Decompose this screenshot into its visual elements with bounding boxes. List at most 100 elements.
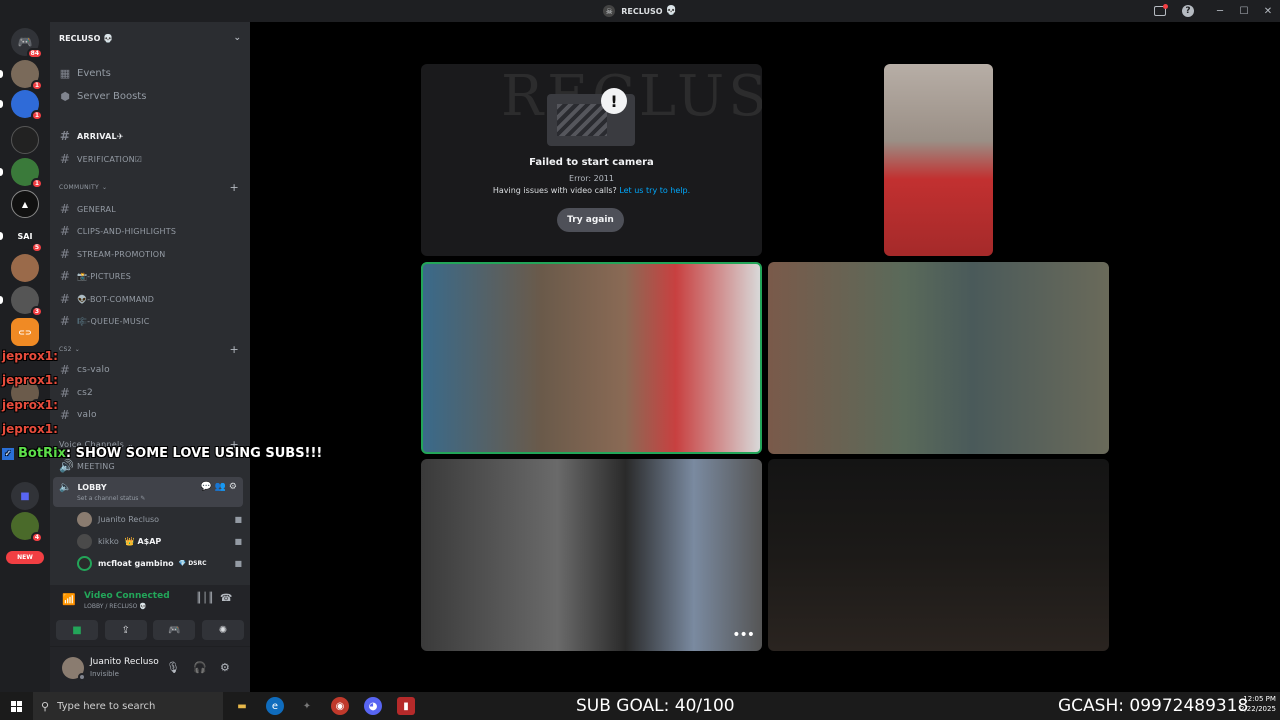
pencil-icon[interactable]: ✎ [140,495,145,502]
channel-cs2[interactable]: # cs2 [59,386,93,400]
headphones-icon[interactable]: 🎧 [193,661,207,674]
server-icon-8[interactable]: 3 [0,286,43,317]
chrome-icon[interactable]: ◉ [331,697,349,715]
inbox-icon[interactable] [1154,4,1168,16]
video-tile-speaking[interactable] [421,262,762,454]
hash-icon: # [59,363,71,377]
voice-user[interactable]: kikko 👑 A$AP ■ [77,534,242,549]
server-badge: 3 [30,306,43,317]
server-icon-9[interactable]: ⊂⊃ [11,318,39,346]
microphone-icon[interactable]: 🎙 [166,661,180,674]
channel-label: valo [77,410,97,420]
server-icon-3[interactable] [11,126,39,154]
voice-channel-meeting[interactable]: 🔊 MEETING [59,459,115,473]
maximize-button[interactable]: ☐ [1232,6,1256,17]
video-tile-participant[interactable]: ••• [421,459,762,651]
signal-icon: 📶 [62,593,76,606]
channel-label: GENERAL [77,204,116,214]
discord-logo-icon: 🎮 [17,35,33,49]
server-icon-1[interactable]: 1 [0,60,43,91]
channel-pictures[interactable]: # 📸-PICTURES [59,269,131,283]
channel-label: VERIFICATION☑ [77,154,143,164]
server-icon-6[interactable]: SAI 5 [0,222,43,253]
channel-cs-valo[interactable]: # cs-valo [59,363,110,377]
taskbar-search[interactable]: ⚲ Type here to search [33,692,223,720]
server-icon-2[interactable]: 1 [0,90,43,121]
channel-arrival[interactable]: # ARRIVAL✈ [59,129,124,143]
server-badge: 1 [30,80,43,91]
noise-suppression-icon[interactable]: ║│║ [196,593,214,604]
invite-icon[interactable]: 👥 [215,482,226,492]
server-badge: 1 [30,110,43,121]
window-title: RECLUSO [621,6,663,16]
file-explorer-icon[interactable]: ▬ [233,697,251,715]
new-badge: NEW [6,551,44,564]
channel-stream-promotion[interactable]: # STREAM-PROMOTION [59,247,165,261]
windows-start-icon[interactable] [11,701,22,712]
help-icon[interactable]: ? [1182,5,1194,17]
server-header[interactable]: RECLUSO 💀 ⌄ [50,22,250,54]
help-link[interactable]: Let us try to help. [619,186,690,195]
channel-label: cs-valo [77,365,110,375]
voice-user[interactable]: Juanito Recluso ■ [77,512,242,527]
voice-user-name: mcfloat gambino [98,559,174,568]
sub-goal-overlay: SUB GOAL: 40/100 [576,696,735,716]
folder-icon[interactable]: ■ [11,482,39,510]
title-bar-controls: ? ─ ☐ ✕ [1144,0,1280,22]
edge-icon[interactable]: e [266,697,284,715]
hash-icon: # [59,224,71,238]
try-again-button[interactable]: Try again [557,208,624,232]
server-icon-11[interactable]: 4 [11,512,43,543]
category-community[interactable]: COMMUNITY ⌄ + [59,181,239,194]
channel-general[interactable]: # GENERAL [59,202,116,216]
clock-date: 2/22/2025 [1240,705,1276,713]
server-boosts-item[interactable]: ⬢ Server Boosts [59,90,146,103]
channel-bot-command[interactable]: # 👽-BOT-COMMAND [59,292,154,306]
chat-icon[interactable]: 💬 [201,482,212,492]
channel-valo[interactable]: # valo [59,408,97,422]
voice-connection-panel: 📶 Video Connected LOBBY / RECLUSO 💀 ║│║ … [50,585,250,647]
events-item[interactable]: ▦ Events [59,67,111,80]
channel-clips[interactable]: # CLIPS-AND-HIGHLIGHTS [59,224,176,238]
add-channel-icon[interactable]: + [229,181,239,194]
activity-button[interactable]: 🎮 [153,620,196,640]
add-channel-icon[interactable]: + [229,343,239,356]
disconnect-icon[interactable]: ☎ [220,593,232,604]
voice-connected-subtitle[interactable]: LOBBY / RECLUSO 💀 [84,603,147,610]
app-icon-red[interactable]: ▮ [397,697,415,715]
gear-icon[interactable]: ⚙ [220,661,230,674]
video-tile-participant[interactable] [884,64,993,256]
channel-label: CLIPS-AND-HIGHLIGHTS [77,226,177,236]
voice-user[interactable]: mcfloat gambino 💎 DSRC ■ [77,556,242,571]
direct-messages-button[interactable]: 🎮 84 [11,28,43,59]
voice-channel-lobby[interactable]: 🔈 LOBBY Set a channel status ✎ 💬 👥 ⚙ [53,477,243,507]
more-options-icon[interactable]: ••• [732,627,755,643]
screen-share-button[interactable]: ⇪ [104,620,147,640]
close-button[interactable]: ✕ [1256,6,1280,17]
server-icon-5[interactable]: ▲ [11,190,39,218]
voice-connected-title: Video Connected [84,591,170,601]
channel-verification[interactable]: # VERIFICATION☑ [59,152,142,166]
system-clock[interactable]: 12:05 PM 2/22/2025 [1240,694,1276,714]
video-tile-participant[interactable] [768,459,1109,651]
server-icon-7[interactable] [11,254,39,282]
triangle-icon: ▲ [21,199,29,209]
category-cs2[interactable]: CS2 ⌄ + [59,343,239,356]
app-icon[interactable]: ✦ [298,697,316,715]
soundboard-button[interactable]: ✺ [201,620,244,640]
discord-icon[interactable]: ◕ [364,697,382,715]
bot-message: : SHOW SOME LOVE USING SUBS!!! [65,446,323,461]
voice-user-name: Juanito Recluso [98,515,160,524]
video-tile-participant[interactable] [768,262,1109,454]
server-icon-4[interactable]: 1 [0,158,43,189]
gear-icon[interactable]: ⚙ [229,482,237,492]
video-tile-error[interactable]: RECLUSO ! Failed to start camera Error: … [421,64,762,256]
channel-queue-music[interactable]: # 🎼-QUEUE-MUSIC [59,314,150,328]
user-tag: DSRC [188,560,207,567]
user-name[interactable]: Juanito Recluso [90,657,159,667]
chat-overlay-name: jeprox1: [2,349,58,363]
channel-label: 🎼-QUEUE-MUSIC [77,316,150,326]
camera-button[interactable]: ■ [56,620,98,640]
minimize-button[interactable]: ─ [1208,6,1232,17]
bot-icon: ✓ [2,447,14,460]
